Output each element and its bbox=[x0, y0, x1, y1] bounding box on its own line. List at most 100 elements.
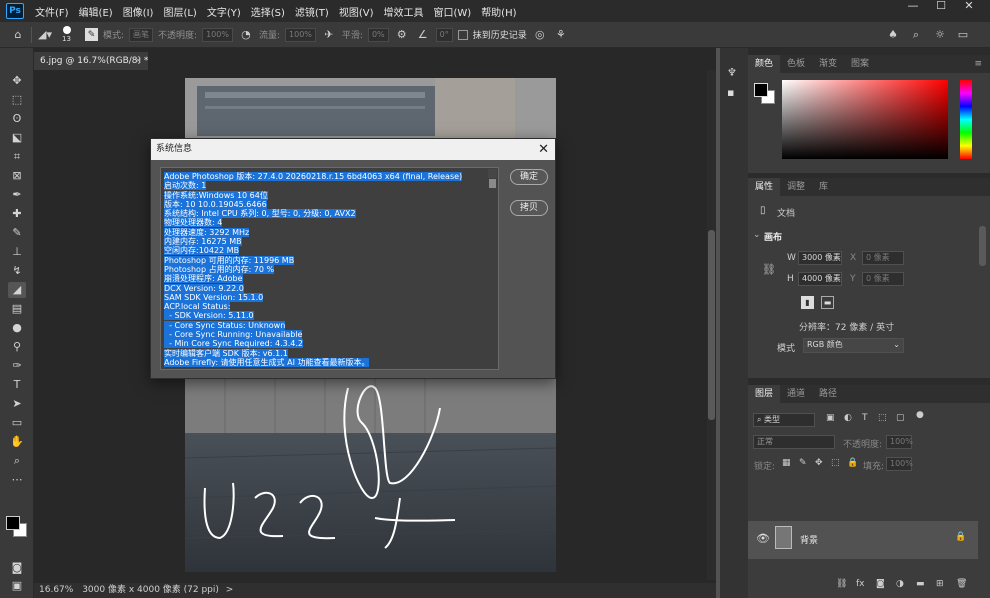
portrait-orientation-icon[interactable]: ▮ bbox=[801, 296, 814, 309]
foreground-color-swatch[interactable] bbox=[6, 516, 20, 530]
delete-layer-icon[interactable]: 🗑 bbox=[956, 579, 967, 589]
menu-help[interactable]: 帮助(H) bbox=[476, 4, 521, 19]
tab-layers[interactable]: 图层 bbox=[748, 385, 781, 403]
type-tool-icon[interactable]: T bbox=[8, 377, 26, 393]
layer-filter-select[interactable]: ⌕ 类型 bbox=[753, 413, 815, 427]
panel-menu-icon[interactable]: ≡ bbox=[974, 59, 982, 69]
menu-filter[interactable]: 滤镜(T) bbox=[290, 4, 334, 19]
filter-pixel-icon[interactable]: ▣ bbox=[826, 413, 835, 423]
zoom-tool-icon[interactable]: ⌕ bbox=[8, 453, 26, 469]
lock-pixels-icon[interactable]: ✎ bbox=[799, 458, 807, 468]
brush-preset-picker[interactable]: 13 bbox=[58, 25, 80, 45]
filter-toggle-icon[interactable]: ● bbox=[916, 410, 924, 420]
crop-tool-icon[interactable]: ⌗ bbox=[8, 149, 26, 165]
eyedropper-tool-icon[interactable]: ✒ bbox=[8, 187, 26, 203]
path-select-tool-icon[interactable]: ➤ bbox=[8, 396, 26, 412]
photoshop-logo[interactable]: Ps bbox=[6, 3, 24, 19]
fill-input[interactable]: 100% bbox=[886, 457, 913, 471]
home-icon[interactable]: ⌂ bbox=[10, 27, 26, 43]
discover-icon[interactable]: ☼ bbox=[932, 27, 948, 43]
tab-adjustments[interactable]: 调整 bbox=[780, 178, 812, 196]
history-panel-icon[interactable]: ♆ bbox=[727, 66, 737, 79]
pressure-size-icon[interactable]: ◎ bbox=[532, 27, 548, 43]
color-mode-select[interactable]: RGB 颜色 ⌄ bbox=[803, 338, 904, 353]
workspace-icon[interactable]: ▭ bbox=[955, 27, 971, 43]
dialog-scroll-thumb[interactable] bbox=[489, 179, 496, 189]
gradient-tool-icon[interactable]: ▤ bbox=[8, 301, 26, 317]
menu-view[interactable]: 视图(V) bbox=[334, 4, 379, 19]
landscape-orientation-icon[interactable]: ▬ bbox=[821, 296, 834, 309]
brush-settings-icon[interactable]: ✎ bbox=[85, 28, 98, 41]
smoothing-input[interactable]: 0% bbox=[367, 27, 389, 42]
dodge-tool-icon[interactable]: ⚲ bbox=[8, 339, 26, 355]
menu-image[interactable]: 图像(I) bbox=[118, 4, 159, 19]
menu-layer[interactable]: 图层(L) bbox=[158, 4, 201, 19]
marquee-tool-icon[interactable]: ⬚ bbox=[8, 92, 26, 108]
y-input[interactable]: 0 像素 bbox=[862, 272, 904, 286]
layer-name[interactable]: 背景 bbox=[800, 533, 818, 546]
lock-artboard-icon[interactable]: ⬚ bbox=[831, 458, 840, 468]
tab-patterns[interactable]: 图案 bbox=[844, 55, 876, 73]
mode-select[interactable]: 画笔 bbox=[129, 27, 154, 42]
erase-history-checkbox[interactable] bbox=[457, 29, 468, 40]
color-foreground-swatch[interactable] bbox=[754, 83, 768, 97]
filter-shape-icon[interactable]: ⬚ bbox=[878, 413, 887, 423]
new-adjustment-icon[interactable]: ◑ bbox=[896, 579, 904, 589]
layer-opacity-input[interactable]: 100% bbox=[886, 435, 913, 449]
add-mask-icon[interactable]: ◙ bbox=[876, 579, 885, 589]
search-icon[interactable]: ⌕ bbox=[908, 27, 924, 43]
width-input[interactable]: 3000 像素 bbox=[798, 251, 842, 265]
height-input[interactable]: 4000 像素 bbox=[798, 272, 842, 286]
x-input[interactable]: 0 像素 bbox=[862, 251, 904, 265]
menu-select[interactable]: 选择(S) bbox=[246, 4, 290, 19]
dialog-close-icon[interactable]: ✕ bbox=[538, 139, 549, 160]
filter-adjustment-icon[interactable]: ◐ bbox=[844, 413, 852, 423]
menu-file[interactable]: 文件(F) bbox=[30, 4, 74, 19]
link-dimensions-icon[interactable]: ⛓ bbox=[762, 263, 776, 276]
copy-button[interactable]: 拷贝 bbox=[510, 200, 548, 216]
lasso-tool-icon[interactable]: ʘ bbox=[8, 111, 26, 127]
canvas-scroll-thumb[interactable] bbox=[708, 230, 715, 420]
visibility-eye-icon[interactable]: 👁 bbox=[756, 532, 770, 545]
quick-mask-icon[interactable]: ◙ bbox=[8, 560, 26, 576]
dialog-titlebar[interactable]: 系统信息 ✕ bbox=[151, 139, 555, 160]
tab-gradients[interactable]: 渐变 bbox=[812, 55, 844, 73]
frame-tool-icon[interactable]: ⊠ bbox=[8, 168, 26, 184]
filter-type-icon[interactable]: T bbox=[862, 413, 868, 423]
pen-tool-icon[interactable]: ✑ bbox=[8, 358, 26, 374]
angle-input[interactable]: 0° bbox=[435, 27, 453, 42]
color-picker-field[interactable] bbox=[782, 80, 948, 159]
lock-transparent-icon[interactable]: ▦ bbox=[782, 458, 791, 468]
close-document-icon[interactable]: × bbox=[134, 52, 142, 70]
menu-type[interactable]: 文字(Y) bbox=[202, 4, 246, 19]
blur-tool-icon[interactable]: ● bbox=[8, 320, 26, 336]
symmetry-icon[interactable]: ⚘ bbox=[553, 27, 569, 43]
more-tools-icon[interactable]: ⋯ bbox=[8, 472, 26, 488]
notification-icon[interactable]: ♠ bbox=[885, 27, 901, 43]
tab-libraries[interactable]: 库 bbox=[812, 178, 835, 196]
screen-mode-icon[interactable]: ▣ bbox=[8, 578, 26, 594]
healing-brush-tool-icon[interactable]: ✚ bbox=[8, 206, 26, 222]
flow-input[interactable]: 100% bbox=[285, 27, 316, 42]
system-info-textarea[interactable]: Adobe Photoshop 版本: 27.4.0 20260218.r.15… bbox=[160, 167, 499, 370]
minimize-button[interactable]: — bbox=[900, 0, 926, 14]
hand-tool-icon[interactable]: ✋ bbox=[8, 434, 26, 450]
ok-button[interactable]: 确定 bbox=[510, 169, 548, 185]
maximize-button[interactable]: ☐ bbox=[928, 0, 954, 14]
eraser-tool-icon[interactable]: ◢ bbox=[8, 282, 26, 298]
new-group-icon[interactable]: ▬ bbox=[916, 579, 925, 589]
blend-mode-select[interactable]: 正常 bbox=[753, 435, 835, 449]
brush-tool-icon[interactable]: ✎ bbox=[8, 225, 26, 241]
move-tool-icon[interactable]: ✥ bbox=[8, 73, 26, 89]
clone-stamp-tool-icon[interactable]: ⊥ bbox=[8, 244, 26, 260]
filter-smart-object-icon[interactable]: ▢ bbox=[896, 413, 905, 423]
zoom-level[interactable]: 16.67% bbox=[39, 585, 73, 595]
tab-color[interactable]: 颜色 bbox=[748, 55, 781, 73]
menu-edit[interactable]: 编辑(E) bbox=[74, 4, 118, 19]
lock-all-icon[interactable]: 🔒 bbox=[847, 458, 858, 468]
object-select-tool-icon[interactable]: ⬕ bbox=[8, 130, 26, 146]
tab-channels[interactable]: 通道 bbox=[780, 385, 812, 403]
new-layer-icon[interactable]: ⊞ bbox=[936, 579, 944, 589]
close-window-button[interactable]: ✕ bbox=[956, 0, 982, 14]
lock-position-icon[interactable]: ✥ bbox=[815, 458, 823, 468]
